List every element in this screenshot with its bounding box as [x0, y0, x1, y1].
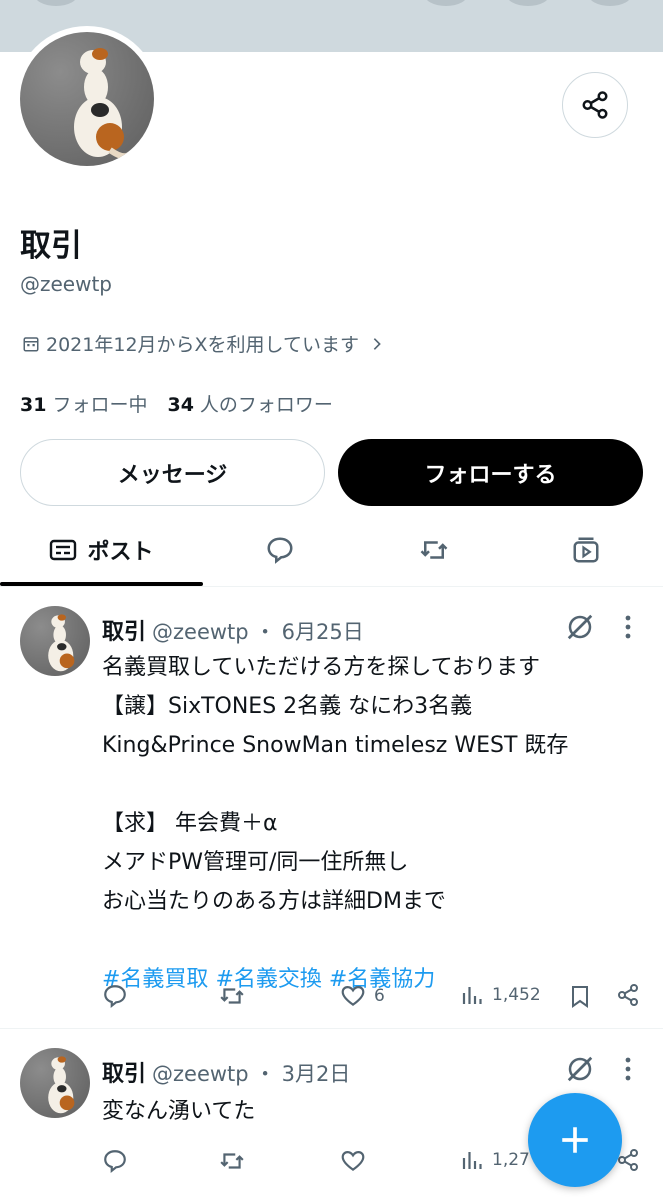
reply-icon — [267, 537, 293, 564]
joined-text: 2021年12月からXを利用しています — [46, 334, 359, 356]
active-tab-indicator — [0, 582, 203, 586]
tab-posts[interactable]: ポスト — [0, 515, 203, 585]
repost-button[interactable] — [218, 983, 246, 1009]
more-icon[interactable] — [620, 614, 636, 640]
followers-label[interactable]: 人のフォロワー — [200, 390, 333, 417]
like-count: 6 — [374, 986, 385, 1006]
share-icon — [582, 91, 608, 119]
heart-icon — [341, 1151, 365, 1171]
post-author-handle[interactable]: @zeewtp — [152, 1062, 249, 1086]
avatar-image — [20, 32, 154, 166]
post-author-name[interactable]: 取引 — [102, 614, 146, 646]
post-author-name[interactable]: 取引 — [102, 1056, 146, 1088]
post-text-blank — [102, 921, 647, 960]
banner-shape — [588, 0, 632, 6]
grok-icon[interactable] — [565, 1054, 595, 1084]
reply-icon — [104, 985, 126, 1009]
joined-info[interactable]: 2021年12月からXを利用しています — [22, 330, 385, 357]
post-text-blank — [102, 765, 647, 804]
repost-icon — [420, 541, 448, 559]
like-button[interactable] — [340, 1148, 366, 1174]
chevron-right-icon — [373, 337, 381, 350]
views-count: 1,27 — [492, 1150, 530, 1170]
avatar-image — [20, 1048, 90, 1118]
posts-tab-icon — [50, 539, 77, 561]
post-header: 取引 @zeewtp ・ 3月2日 — [102, 1056, 350, 1088]
profile-tabs: ポスト — [0, 515, 663, 587]
views-icon — [462, 987, 482, 1004]
banner-shape — [424, 0, 468, 6]
post-text-line: 【求】 年会費＋α — [102, 811, 278, 836]
follow-stats: 31 フォロー中 34 人のフォロワー — [20, 390, 333, 417]
calendar-icon — [23, 336, 39, 351]
grok-icon[interactable] — [565, 612, 595, 642]
post-actions: 6 1,452 — [102, 983, 647, 1013]
post-date[interactable]: 6月25日 — [282, 616, 364, 646]
post[interactable]: 取引 @zeewtp ・ 6月25日 名義買取していただける方を探しております … — [0, 588, 663, 1029]
message-button[interactable]: メッセージ — [20, 439, 325, 506]
views-button[interactable]: 1,27 — [460, 1148, 530, 1172]
like-button[interactable]: 6 — [340, 983, 385, 1009]
views-icon — [462, 1152, 482, 1169]
post-avatar[interactable] — [20, 606, 90, 676]
post-separator: ・ — [254, 1062, 276, 1086]
post-text: 名義買取していただける方を探しております 【譲】SixTONES 2名義 なにわ… — [102, 648, 647, 999]
more-icon[interactable] — [620, 1056, 636, 1082]
plus-icon — [562, 1127, 588, 1153]
post-text-line: 名義買取していただける方を探しております — [102, 655, 541, 680]
reply-icon — [104, 1150, 126, 1174]
post-header: 取引 @zeewtp ・ 6月25日 — [102, 614, 364, 646]
reply-button[interactable] — [102, 983, 128, 1009]
video-icon — [573, 537, 599, 563]
profile-handle: @zeewtp — [20, 272, 113, 296]
tab-videos[interactable] — [526, 515, 646, 585]
followers-count[interactable]: 34 — [167, 394, 193, 416]
banner-shape — [506, 0, 550, 6]
post-text-line: メアドPW管理可/同一住所無し — [102, 850, 409, 875]
profile-share-button[interactable] — [562, 72, 628, 138]
repost-button[interactable] — [218, 1148, 246, 1174]
following-label[interactable]: フォロー中 — [52, 390, 147, 417]
tab-reposts[interactable] — [374, 515, 494, 585]
profile-name: 取引 — [20, 228, 82, 264]
reply-button[interactable] — [102, 1148, 128, 1174]
banner-shape — [34, 0, 78, 6]
post-avatar[interactable] — [20, 1048, 90, 1118]
post-text-line: お心当たりのある方は詳細DMまで — [102, 889, 446, 914]
tab-posts-label: ポスト — [87, 540, 154, 565]
post-separator: ・ — [254, 620, 276, 644]
views-count: 1,452 — [492, 985, 541, 1005]
follow-button[interactable]: フォローする — [338, 439, 643, 506]
avatar-image — [20, 606, 90, 676]
tab-replies[interactable] — [220, 515, 340, 585]
share-icon — [618, 984, 638, 1006]
bookmark-button[interactable] — [568, 983, 592, 1009]
following-count[interactable]: 31 — [20, 394, 46, 416]
views-button[interactable]: 1,452 — [460, 983, 541, 1007]
share-button[interactable] — [616, 983, 640, 1007]
repost-icon — [220, 988, 244, 1004]
post-date[interactable]: 3月2日 — [282, 1058, 351, 1088]
post-text-line: 【譲】SixTONES 2名義 なにわ3名義 — [102, 694, 473, 719]
bookmark-icon — [572, 986, 588, 1008]
profile-avatar[interactable] — [14, 26, 160, 172]
post-author-handle[interactable]: @zeewtp — [152, 620, 249, 644]
post-text-line: King&Prince SnowMan timelesz WEST 既存 — [102, 733, 569, 758]
heart-icon — [341, 986, 365, 1006]
compose-button[interactable] — [528, 1093, 622, 1187]
repost-icon — [220, 1153, 244, 1169]
